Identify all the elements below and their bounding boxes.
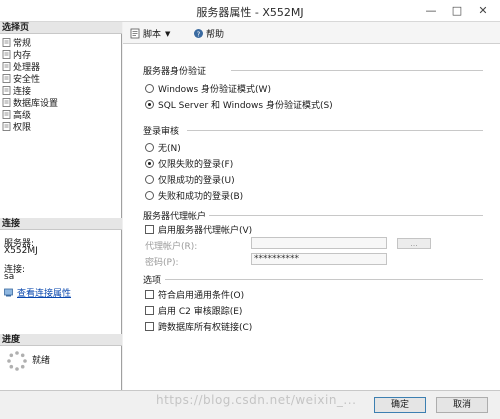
checkbox-c2-audit[interactable] — [145, 306, 154, 315]
password-field[interactable]: ********** — [251, 253, 387, 265]
windows-auth-radio[interactable]: Windows 身份验证模式(W) — [145, 82, 271, 95]
nav-item-advanced[interactable]: 高级 — [2, 108, 58, 121]
login-auditing-group-title: 登录审核 — [143, 127, 180, 137]
group-divider — [165, 279, 483, 280]
checkbox-enable-proxy[interactable] — [145, 225, 154, 234]
nav-item-label: 权限 — [13, 122, 32, 133]
watermark-text: https://blog.csdn.net/weixin_... — [156, 393, 357, 407]
page-icon — [2, 97, 11, 107]
sql-windows-auth-radio[interactable]: SQL Server 和 Windows 身份验证模式(S) — [145, 98, 333, 111]
radio-sql-windows-auth[interactable] — [145, 100, 154, 109]
script-icon — [130, 28, 141, 39]
script-label: 脚本 — [143, 30, 162, 40]
audit-success-radio[interactable]: 仅限成功的登录(U) — [145, 173, 235, 186]
audit-failed-label: 仅限失败的登录(F) — [158, 160, 234, 170]
content-panel: 服务器身份验证 Windows 身份验证模式(W) SQL Server 和 W… — [123, 44, 500, 390]
select-page-header: 选择页 — [0, 22, 122, 34]
svg-text:?: ? — [197, 30, 201, 38]
help-icon: ? — [193, 28, 204, 39]
radio-audit-none[interactable] — [145, 143, 154, 152]
help-button[interactable]: ? 帮助 — [193, 27, 224, 40]
checkbox-common-criteria[interactable] — [145, 290, 154, 299]
nav-item-general[interactable]: 常规 — [2, 36, 58, 49]
script-button[interactable]: 脚本 ▼ — [130, 27, 170, 40]
nav-item-connections[interactable]: 连接 — [2, 84, 58, 97]
left-pane: 选择页 常规 内存 处理器 安全性 连接 数据库设置 高级 权限 连接 服务器:… — [0, 22, 122, 390]
audit-none-label: 无(N) — [158, 144, 181, 154]
group-divider — [209, 215, 483, 216]
help-label: 帮助 — [206, 30, 225, 40]
windows-auth-label: Windows 身份验证模式(W) — [158, 85, 271, 95]
progress-status: 就绪 — [32, 356, 51, 366]
checkbox-cross-db-ownership[interactable] — [145, 322, 154, 331]
page-icon — [2, 49, 11, 59]
cross-db-ownership-checkbox[interactable]: 跨数据库所有权链接(C) — [145, 320, 252, 333]
password-label: 密码(P): — [145, 258, 179, 268]
progress-header: 进度 — [0, 334, 122, 346]
nav-item-memory[interactable]: 内存 — [2, 48, 58, 61]
options-group-title: 选项 — [143, 276, 162, 286]
maximize-icon[interactable]: □ — [446, 2, 468, 20]
nav-item-permissions[interactable]: 权限 — [2, 120, 58, 133]
proxy-account-label: 代理帐户(R): — [145, 242, 198, 252]
sql-windows-auth-label: SQL Server 和 Windows 身份验证模式(S) — [158, 101, 333, 111]
connection-header: 连接 — [0, 218, 122, 230]
page-icon — [2, 121, 11, 131]
progress-spinner-icon — [7, 351, 27, 371]
common-criteria-label: 符合启用通用条件(O) — [158, 291, 245, 301]
view-connection-properties-link[interactable]: 查看连接属性 — [4, 286, 71, 299]
connection-value: sa — [4, 272, 15, 282]
connection-properties-icon — [4, 288, 14, 297]
ok-button[interactable]: 确定 — [374, 397, 426, 413]
audit-none-radio[interactable]: 无(N) — [145, 141, 181, 154]
proxy-account-field[interactable] — [251, 237, 387, 249]
enable-proxy-checkbox[interactable]: 启用服务器代理帐户(V) — [145, 223, 252, 236]
cancel-button[interactable]: 取消 — [436, 397, 488, 413]
close-icon[interactable]: ✕ — [472, 2, 494, 20]
server-value: X552MJ — [4, 246, 38, 256]
radio-windows-auth[interactable] — [145, 84, 154, 93]
common-criteria-checkbox[interactable]: 符合启用通用条件(O) — [145, 288, 244, 301]
toolbar: 脚本 ▼ ? 帮助 — [123, 22, 500, 44]
c2-audit-label: 启用 C2 审核跟踪(E) — [158, 307, 243, 317]
radio-audit-success[interactable] — [145, 175, 154, 184]
title-bar: 服务器属性 - X552MJ — □ ✕ — [0, 0, 500, 22]
enable-proxy-label: 启用服务器代理帐户(V) — [158, 226, 253, 236]
page-nav-list: 常规 内存 处理器 安全性 连接 数据库设置 高级 权限 — [2, 36, 58, 133]
group-divider — [231, 70, 483, 71]
view-connection-properties-label: 查看连接属性 — [17, 289, 72, 299]
nav-item-processor[interactable]: 处理器 — [2, 60, 58, 73]
page-icon — [2, 73, 11, 83]
audit-success-label: 仅限成功的登录(U) — [158, 176, 235, 186]
chevron-down-icon[interactable]: ▼ — [165, 30, 170, 38]
audit-failed-radio[interactable]: 仅限失败的登录(F) — [145, 157, 233, 170]
radio-audit-failed[interactable] — [145, 159, 154, 168]
group-divider — [187, 130, 483, 131]
proxy-account-group-title: 服务器代理帐户 — [143, 212, 207, 222]
cross-db-ownership-label: 跨数据库所有权链接(C) — [158, 323, 253, 333]
audit-both-radio[interactable]: 失败和成功的登录(B) — [145, 189, 243, 202]
nav-item-database-settings[interactable]: 数据库设置 — [2, 96, 58, 109]
audit-both-label: 失败和成功的登录(B) — [158, 192, 244, 202]
minimize-icon[interactable]: — — [420, 2, 442, 20]
server-authentication-group-title: 服务器身份验证 — [143, 67, 207, 77]
c2-audit-checkbox[interactable]: 启用 C2 审核跟踪(E) — [145, 304, 242, 317]
page-icon — [2, 61, 11, 71]
browse-button[interactable]: ... — [397, 238, 431, 249]
radio-audit-both[interactable] — [145, 191, 154, 200]
page-icon — [2, 85, 11, 95]
page-icon — [2, 37, 11, 47]
page-icon — [2, 109, 11, 119]
nav-item-security[interactable]: 安全性 — [2, 72, 58, 85]
